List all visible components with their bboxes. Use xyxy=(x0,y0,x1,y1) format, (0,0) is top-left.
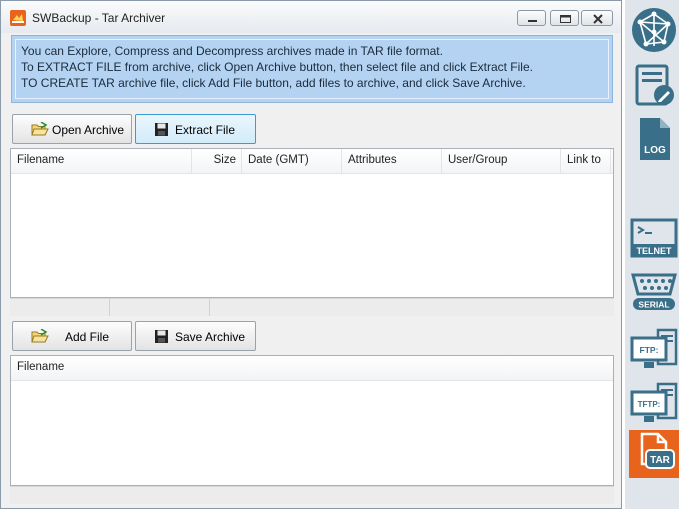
open-folder-icon xyxy=(31,122,49,136)
log-label: LOG xyxy=(644,145,666,156)
column-date[interactable]: Date (GMT) xyxy=(242,149,342,173)
open-archive-label: Open Archive xyxy=(52,123,125,137)
info-line-extract: To EXTRACT FILE from archive, click Open… xyxy=(21,60,533,74)
ftp-label: FTP: xyxy=(640,345,659,355)
info-line-create: TO CREATE TAR archive file, click Add Fi… xyxy=(21,76,526,90)
telnet-label: TELNET xyxy=(637,246,673,256)
create-list-header: Filename xyxy=(11,356,613,381)
floppy-disk-icon xyxy=(155,330,168,343)
network-globe-icon[interactable] xyxy=(630,6,678,54)
maximize-button[interactable] xyxy=(550,10,579,26)
telnet-terminal-icon[interactable]: TELNET xyxy=(630,216,678,264)
log-file-icon[interactable]: LOG xyxy=(630,116,678,164)
add-file-button[interactable]: Add File xyxy=(12,321,132,351)
info-line-explore: You can Explore, Compress and Decompress… xyxy=(21,44,443,58)
save-archive-button[interactable]: Save Archive xyxy=(135,321,256,351)
tftp-server-icon[interactable]: TFTP: xyxy=(630,380,678,428)
archive-list-header: Filename Size Date (GMT) Attributes User… xyxy=(11,149,613,174)
close-button[interactable] xyxy=(581,10,613,26)
edit-document-icon[interactable] xyxy=(630,62,678,110)
status-segment xyxy=(109,299,210,316)
column-filename[interactable]: Filename xyxy=(11,149,192,173)
tools-sidebar: LOG TELNET SERIAL FTP: TFTP: TAR xyxy=(622,0,679,509)
tar-archiver-window: SWBackup - Tar Archiver You can Explore,… xyxy=(0,0,622,509)
add-folder-icon xyxy=(31,329,49,343)
window-title: SWBackup - Tar Archiver xyxy=(32,11,166,25)
tar-label: TAR xyxy=(650,455,671,466)
column-attributes[interactable]: Attributes xyxy=(342,149,442,173)
archive-toolbar: Open Archive Extract File xyxy=(10,112,614,145)
app-logo-icon xyxy=(10,10,26,26)
open-archive-button[interactable]: Open Archive xyxy=(12,114,132,144)
title-bar[interactable]: SWBackup - Tar Archiver xyxy=(1,1,621,33)
archive-file-list[interactable]: Filename Size Date (GMT) Attributes User… xyxy=(10,148,614,298)
column-user-group[interactable]: User/Group xyxy=(442,149,561,173)
column-link-to[interactable]: Link to xyxy=(561,149,611,173)
tar-archive-icon[interactable]: TAR xyxy=(629,430,679,478)
save-archive-label: Save Archive xyxy=(175,330,246,344)
extract-file-label: Extract File xyxy=(175,123,236,137)
create-file-list[interactable]: Filename xyxy=(10,355,614,486)
archive-status-bar xyxy=(10,298,614,316)
minimize-button[interactable] xyxy=(517,10,546,26)
status-segment xyxy=(10,299,110,316)
serial-port-icon[interactable]: SERIAL xyxy=(630,270,678,318)
serial-label: SERIAL xyxy=(638,300,669,310)
extract-file-button[interactable]: Extract File xyxy=(135,114,256,144)
floppy-disk-icon xyxy=(155,123,168,136)
tftp-label: TFTP: xyxy=(638,400,661,409)
info-panel: You can Explore, Compress and Decompress… xyxy=(11,35,613,103)
add-file-label: Add File xyxy=(65,330,110,344)
create-status-bar xyxy=(10,486,614,504)
column-filename[interactable]: Filename xyxy=(11,356,611,380)
column-size[interactable]: Size xyxy=(192,149,242,173)
create-toolbar: Add File Save Archive xyxy=(10,319,614,352)
ftp-server-icon[interactable]: FTP: xyxy=(630,326,678,374)
